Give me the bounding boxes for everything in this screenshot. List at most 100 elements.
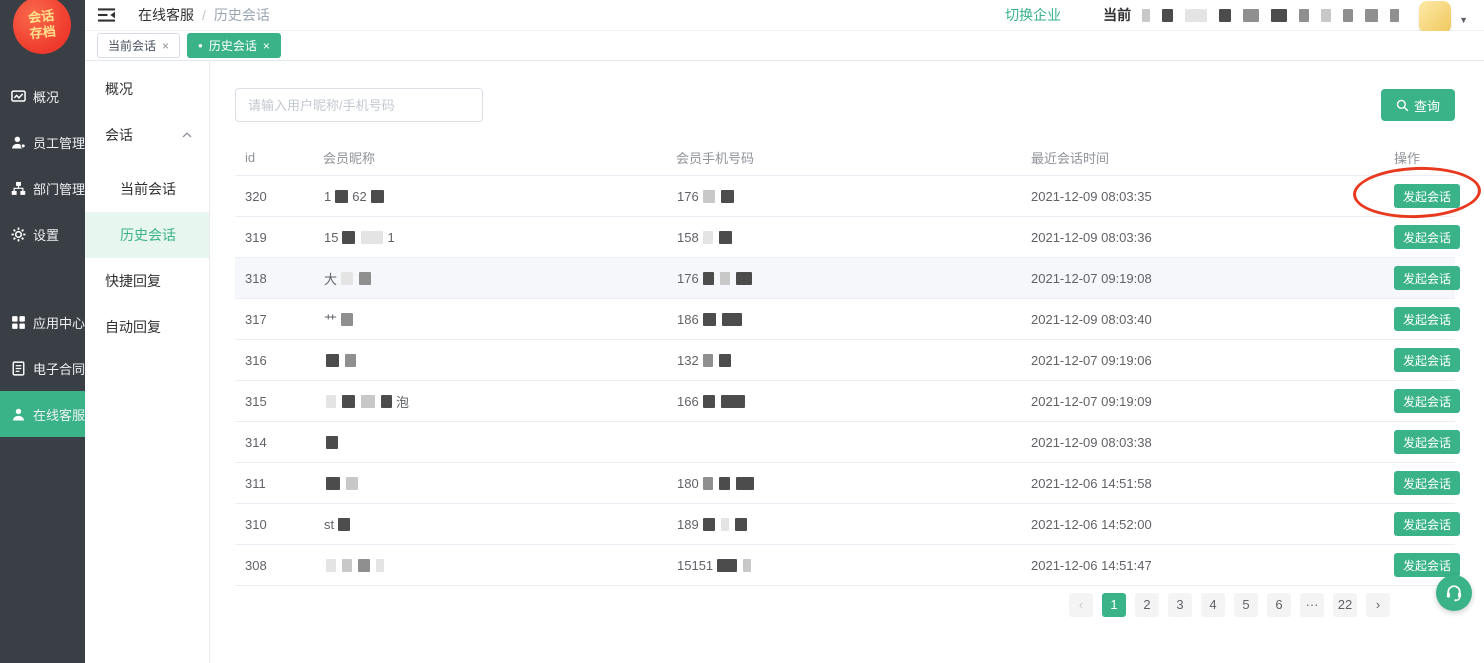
pagination-page-button[interactable]: 3 (1168, 593, 1192, 617)
pagination-ellipsis[interactable]: ··· (1300, 593, 1324, 617)
sidebar-item-staff[interactable]: 员工管理 (0, 119, 85, 165)
main-content: 查询 id会员昵称会员手机号码最近会话时间操作3201621762021-12-… (210, 61, 1484, 663)
table-row: 310st1892021-12-06 14:52:00发起会话 (235, 504, 1455, 545)
phone-redaction-block (721, 395, 745, 408)
start-session-button[interactable]: 发起会话 (1394, 512, 1460, 536)
sidebar-item-label: 设置 (33, 225, 59, 244)
nickname-redaction-block (359, 272, 371, 285)
submenu-item[interactable]: 概况 (85, 66, 209, 112)
start-session-button[interactable]: 发起会话 (1394, 471, 1460, 495)
nickname-text: 大 (324, 269, 337, 288)
pagination-prev-button[interactable]: ‹ (1069, 593, 1093, 617)
nickname-redaction-block (326, 436, 338, 449)
pagination-page-button[interactable]: 2 (1135, 593, 1159, 617)
pagination: ‹ 123456 ··· 22 › (1069, 593, 1390, 617)
start-session-button[interactable]: 发起会话 (1394, 389, 1460, 413)
cell-action: 发起会话 (1384, 225, 1460, 249)
cell-id: 315 (235, 394, 323, 409)
close-icon[interactable]: × (263, 39, 270, 53)
breadcrumb-root[interactable]: 在线客服 (138, 5, 194, 25)
cell-id: 314 (235, 435, 323, 450)
pagination-page-button[interactable]: 22 (1333, 593, 1357, 617)
phone-text: 186 (677, 312, 699, 327)
avatar[interactable] (1419, 1, 1451, 33)
table-row: 308151512021-12-06 14:51:47发起会话 (235, 545, 1455, 586)
pagination-page-button[interactable]: 1 (1102, 593, 1126, 617)
cell-action: 发起会话 (1384, 471, 1460, 495)
phone-redaction-block (721, 190, 734, 203)
chevron-down-icon[interactable]: ▼ (1459, 15, 1468, 25)
cell-nickname: 162 (323, 189, 666, 204)
phone-redaction-block (703, 313, 716, 326)
pagination-page-button[interactable]: 6 (1267, 593, 1291, 617)
redacted-company-name (1139, 9, 1407, 22)
search-input[interactable] (235, 88, 483, 122)
submenu-item[interactable]: 会话 (85, 112, 209, 158)
phone-redaction-block (736, 477, 754, 490)
chevron-up-icon[interactable] (182, 132, 192, 138)
start-session-button[interactable]: 发起会话 (1394, 348, 1460, 372)
sidebar-item-service[interactable]: 在线客服 (0, 391, 85, 437)
query-button[interactable]: 查询 (1381, 89, 1455, 121)
pagination-page-button[interactable]: 5 (1234, 593, 1258, 617)
table-row: 315泡1662021-12-07 09:19:09发起会话 (235, 381, 1455, 422)
cell-nickname (323, 436, 666, 449)
cell-phone: 166 (666, 394, 1021, 409)
cell-id: 310 (235, 517, 323, 532)
cell-nickname: 151 (323, 230, 666, 245)
start-session-button[interactable]: 发起会话 (1394, 307, 1460, 331)
company-redaction-block (1321, 9, 1331, 22)
tab-inactive[interactable]: 当前会话 × (97, 33, 180, 58)
customer-service-float-button[interactable] (1436, 575, 1472, 611)
sidebar-item-department[interactable]: 部门管理 (0, 165, 85, 211)
sidebar-item-label: 在线客服 (33, 405, 85, 424)
submenu-item[interactable]: 快捷回复 (85, 258, 209, 304)
start-session-button[interactable]: 发起会话 (1394, 225, 1460, 249)
nickname-redaction-block (338, 518, 350, 531)
submenu-item-label: 历史会话 (120, 225, 176, 245)
nickname-text: st (324, 517, 334, 532)
pagination-page-button[interactable]: 4 (1201, 593, 1225, 617)
cell-id: 318 (235, 271, 323, 286)
cell-action: 发起会话 (1384, 184, 1460, 208)
pagination-next-button[interactable]: › (1366, 593, 1390, 617)
nickname-redaction-block (358, 559, 370, 572)
sidebar-item-contract[interactable]: 电子合同 (0, 345, 85, 391)
phone-redaction-block (703, 190, 715, 203)
phone-redaction-block (719, 477, 730, 490)
tab-active[interactable]: ●历史会话× (187, 33, 281, 58)
cell-nickname (323, 559, 666, 572)
start-session-button[interactable]: 发起会话 (1394, 184, 1460, 208)
breadcrumb: 在线客服 / 历史会话 (138, 5, 270, 25)
switch-company-link[interactable]: 切换企业 (1005, 5, 1061, 25)
column-header: id (235, 150, 323, 165)
tab-dot-icon: ● (198, 42, 203, 50)
table-row: 3111802021-12-06 14:51:58发起会话 (235, 463, 1455, 504)
submenu-item-label: 概况 (105, 79, 133, 99)
sidebar-item-overview[interactable]: 概况 (0, 73, 85, 119)
collapse-menu-icon[interactable] (98, 8, 115, 22)
nickname-text: 15 (324, 230, 338, 245)
settings-icon (11, 227, 26, 242)
sidebar-item-apps[interactable]: 应用中心 (0, 299, 85, 345)
submenu-item[interactable]: 自动回复 (85, 304, 209, 350)
company-redaction-block (1185, 9, 1207, 22)
search-icon (1396, 99, 1409, 112)
submenu-item[interactable]: 历史会话 (85, 212, 209, 258)
nickname-text: 泡 (396, 392, 409, 411)
phone-redaction-block (717, 559, 737, 572)
start-session-button[interactable]: 发起会话 (1394, 553, 1460, 577)
nickname-redaction-block (376, 559, 384, 572)
cell-last-session-time: 2021-12-07 09:19:06 (1021, 353, 1384, 368)
overview-icon (11, 89, 26, 104)
cell-phone: 132 (666, 353, 1021, 368)
close-icon[interactable]: × (162, 39, 169, 53)
nickname-redaction-block (342, 395, 355, 408)
tab-label: 当前会话 (108, 37, 156, 54)
start-session-button[interactable]: 发起会话 (1394, 430, 1460, 454)
submenu-item[interactable]: 当前会话 (85, 166, 209, 212)
nickname-redaction-block (326, 354, 339, 367)
phone-text: 180 (677, 476, 699, 491)
start-session-button[interactable]: 发起会话 (1394, 266, 1460, 290)
sidebar-item-settings[interactable]: 设置 (0, 211, 85, 257)
